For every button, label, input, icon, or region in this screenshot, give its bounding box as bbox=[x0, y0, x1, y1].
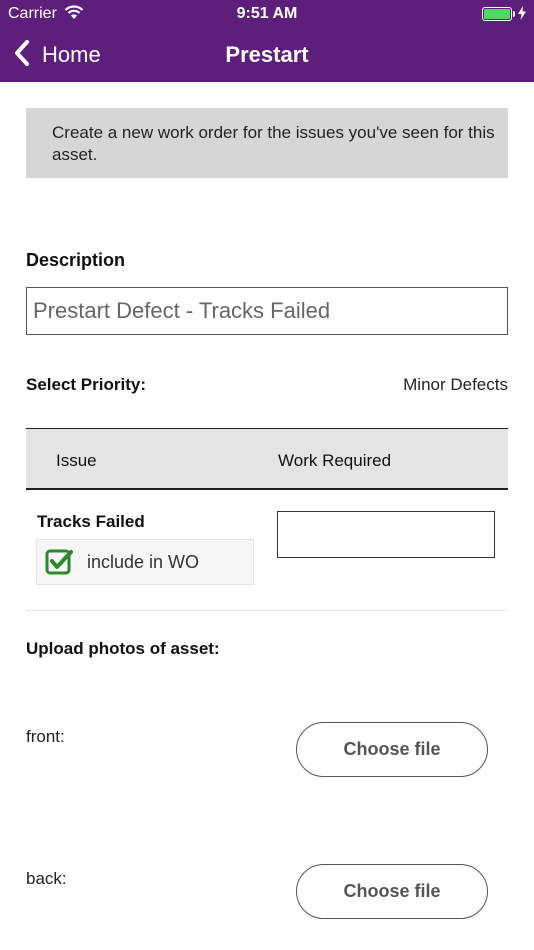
photo-front-label: front: bbox=[26, 727, 65, 746]
upload-photos-label: Upload photos of asset: bbox=[26, 639, 220, 658]
description-input[interactable] bbox=[26, 287, 508, 335]
status-time: 9:51 AM bbox=[236, 5, 298, 22]
charging-bolt-icon bbox=[518, 6, 526, 20]
include-in-wo-label: include in WO bbox=[87, 551, 200, 572]
choose-file-back-button[interactable]: Choose file bbox=[296, 864, 488, 919]
column-header-work-required: Work Required bbox=[278, 451, 392, 470]
battery-icon bbox=[482, 7, 515, 21]
status-bar: Carrier 9:51 AM bbox=[0, 0, 534, 28]
issue-name: Tracks Failed bbox=[37, 512, 145, 531]
priority-label: Select Priority: bbox=[26, 375, 146, 394]
include-in-wo-checkbox[interactable]: include in WO bbox=[36, 539, 254, 585]
checkbox-checked-icon bbox=[45, 548, 73, 576]
divider bbox=[26, 610, 508, 611]
photo-back-label: back: bbox=[26, 869, 67, 888]
priority-select[interactable]: Minor Defects bbox=[403, 375, 508, 395]
info-message: Create a new work order for the issues y… bbox=[26, 108, 508, 178]
page-title: Prestart bbox=[225, 42, 309, 67]
navigation-bar: Home Prestart bbox=[0, 28, 534, 82]
issues-table-header: Issue Work Required bbox=[26, 428, 508, 490]
work-required-input[interactable] bbox=[277, 511, 495, 558]
column-header-issue: Issue bbox=[56, 451, 97, 470]
choose-file-front-button[interactable]: Choose file bbox=[296, 722, 488, 777]
description-label: Description bbox=[26, 250, 126, 270]
